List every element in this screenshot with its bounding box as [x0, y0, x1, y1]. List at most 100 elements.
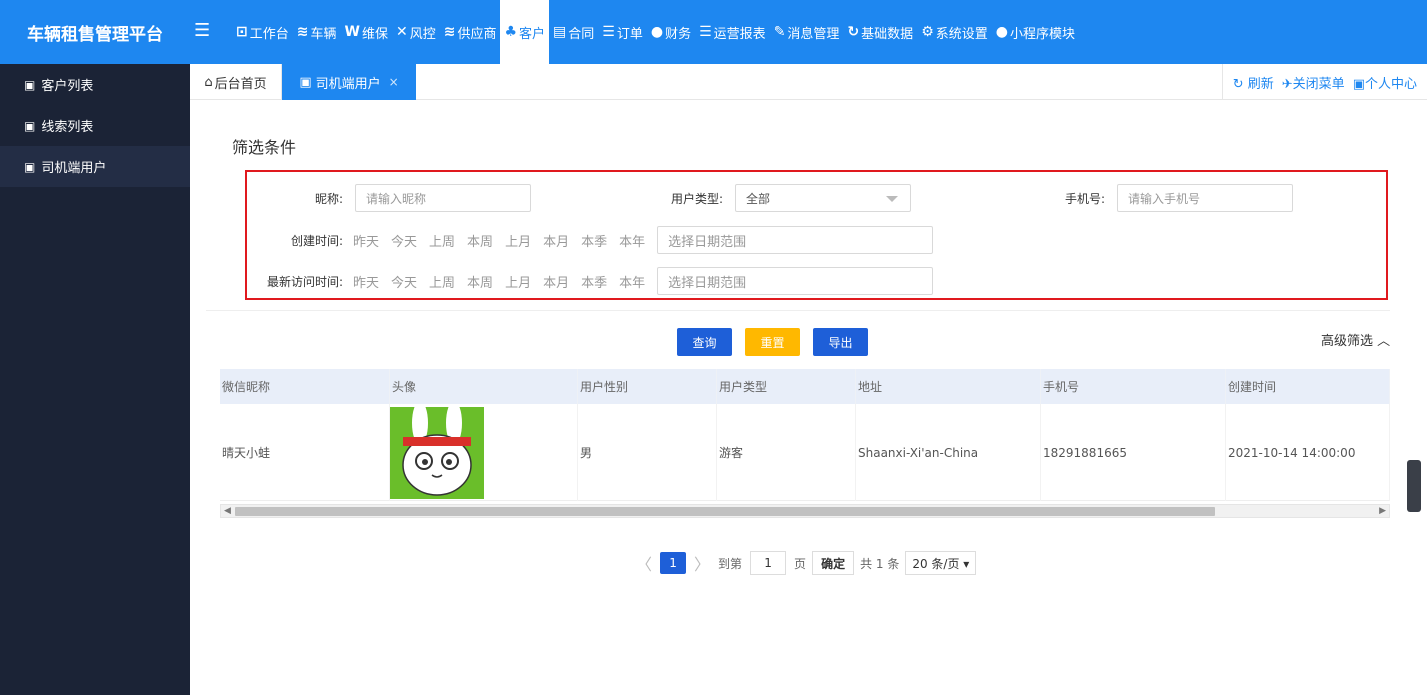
column-header: 用户类型 — [717, 369, 856, 404]
topnav-label: 车辆 — [310, 26, 337, 42]
quick-range-1[interactable]: 今天 — [391, 231, 417, 250]
sidebar-item-2[interactable]: ▣ 司机端用户 — [0, 146, 190, 187]
quick-range-6[interactable]: 本季 — [581, 231, 607, 250]
quick-range-2[interactable]: 上周 — [429, 231, 455, 250]
goto-page-input[interactable]: 1 — [750, 551, 787, 575]
horizontal-scrollbar[interactable]: ◀ ▶ — [220, 504, 1390, 518]
close-icon[interactable]: × — [389, 75, 399, 89]
user-card-icon: ▣ — [24, 159, 36, 174]
cell-type: 游客 — [717, 404, 856, 501]
filter-title: 筛选条件 — [232, 138, 297, 157]
goto-confirm-button[interactable]: 确定 — [812, 551, 855, 575]
created-date-range-input[interactable]: 选择日期范围 — [657, 226, 934, 254]
phone-input[interactable]: 请输入手机号 — [1117, 184, 1293, 212]
cell-phone: 18291881665 — [1041, 404, 1226, 501]
topnav-item-4[interactable]: ≋ 供应商 — [440, 0, 501, 64]
quick-range-4[interactable]: 上月 — [505, 231, 531, 250]
column-header: 创建时间 — [1226, 369, 1390, 404]
next-page-icon[interactable]: 〉 — [694, 551, 710, 575]
quick-range-2[interactable]: 上周 — [429, 272, 455, 291]
reset-button[interactable]: 重置 — [745, 328, 800, 356]
topnav-label: 合同 — [568, 26, 595, 42]
quick-range-3[interactable]: 本周 — [467, 231, 493, 250]
user-type-select[interactable]: 全部 — [735, 184, 911, 212]
topnav-item-13[interactable]: ● 小程序模块 — [992, 0, 1079, 64]
user-group-icon: ♣ — [504, 24, 518, 40]
top-menu: ⊡ 工作台 ≋ 车辆 W 维保 ✕ 风控 ≋ 供应商 ♣ 客户 ▤ 合同 ☰ 订单 ● 财务 ☰ 运营报表 ✎ 消息管理 ↻… — [232, 0, 1079, 64]
topnav-item-5[interactable]: ♣ 客户 — [500, 0, 550, 64]
quick-range-0[interactable]: 昨天 — [353, 231, 379, 250]
sidebar-item-label: 线索列表 — [41, 120, 94, 135]
topnav-label: 维保 — [361, 26, 388, 42]
topnav-item-6[interactable]: ▤ 合同 — [549, 0, 598, 64]
scroll-left-icon[interactable]: ◀ — [224, 506, 231, 516]
close-menu-button[interactable]: ✈关闭菜单 — [1282, 73, 1345, 92]
table-header: 微信昵称 头像 用户性别 用户类型 地址 手机号 创建时间 — [220, 369, 1390, 404]
topnav-item-8[interactable]: ● 财务 — [647, 0, 695, 64]
topnav-label: 小程序模块 — [1009, 26, 1075, 42]
sidebar-item-1[interactable]: ▣ 线索列表 — [0, 105, 190, 146]
export-button[interactable]: 导出 — [813, 328, 868, 356]
tab-driver-users-label: 司机端用户 — [315, 76, 381, 92]
table-row[interactable]: 晴天小蛙 男游客 Shaanxi-Xi'an-China 18291881665 202… — [220, 404, 1390, 501]
page-label: 页 — [794, 556, 807, 571]
avatar-cell — [390, 404, 578, 501]
user-type-value: 全部 — [746, 191, 771, 206]
tab-home[interactable]: ⌂ 后台首页 — [190, 64, 282, 100]
topnav-label: 客户 — [519, 26, 546, 42]
page-size-select[interactable]: 20 条/页 ▾ — [905, 551, 977, 575]
document-icon: ▤ — [553, 24, 567, 40]
scrollbar-thumb[interactable] — [235, 507, 1215, 516]
topnav-item-9[interactable]: ☰ 运营报表 — [695, 0, 770, 64]
menu-fold-icon[interactable]: ☰ — [194, 20, 214, 42]
sidebar-item-label: 司机端用户 — [41, 161, 107, 176]
tab-driver-users[interactable]: ▣ 司机端用户 × — [282, 64, 416, 100]
quick-range-4[interactable]: 上月 — [505, 272, 531, 291]
scroll-right-icon[interactable]: ▶ — [1379, 506, 1386, 516]
divider — [206, 310, 1390, 311]
profile-button[interactable]: ▣个人中心 — [1353, 73, 1417, 92]
created-quick-ranges: 昨天 今天 上周 本周 上月 本月 本季 本年 — [353, 231, 657, 250]
topnav-item-7[interactable]: ☰ 订单 — [598, 0, 647, 64]
app-title: 车辆租售管理平台 — [27, 24, 163, 45]
layers-icon: ≋ — [296, 24, 309, 40]
yen-icon: ● — [650, 24, 664, 40]
floating-widget[interactable] — [1407, 460, 1421, 512]
advanced-filter-toggle[interactable]: 高级筛选 ︿ — [1321, 330, 1390, 349]
quick-range-1[interactable]: 今天 — [391, 272, 417, 291]
created-time-row: 创建时间: 昨天 今天 上周 本周 上月 本月 本季 本年 选择日期范围 — [257, 226, 934, 254]
tabs-bar: ⌂ 后台首页 ▣ 司机端用户 × ↻ 刷新 ✈关闭菜单 ▣个人中心 — [190, 64, 1427, 100]
topnav-item-10[interactable]: ✎ 消息管理 — [770, 0, 844, 64]
topnav-item-3[interactable]: ✕ 风控 — [392, 0, 440, 64]
table-body: 晴天小蛙 男游客 Shaanxi-Xi'an-China 18291881665 202… — [220, 404, 1390, 501]
refresh-button[interactable]: ↻ 刷新 — [1233, 73, 1274, 92]
topnav-item-2[interactable]: W 维保 — [341, 0, 392, 64]
topnav-label: 运营报表 — [713, 26, 766, 42]
refresh-icon: ↻ — [847, 24, 860, 40]
user-card-icon: ▣ — [299, 74, 312, 90]
user-type-row: 用户类型: 全部 — [667, 184, 911, 212]
topnav-item-12[interactable]: ⚙ 系统设置 — [917, 0, 992, 64]
prev-page-icon[interactable]: 〈 — [636, 551, 652, 575]
topnav-item-11[interactable]: ↻ 基础数据 — [843, 0, 917, 64]
page-current[interactable]: 1 — [660, 552, 687, 574]
quick-range-5[interactable]: 本月 — [543, 231, 569, 250]
users-table: 微信昵称 头像 用户性别 用户类型 地址 手机号 创建时间 晴天小蛙 男游客 Shaanxi-X… — [220, 369, 1390, 501]
topnav-item-0[interactable]: ⊡ 工作台 — [232, 0, 293, 64]
tab-actions: ↻ 刷新 ✈关闭菜单 ▣个人中心 — [1221, 64, 1427, 100]
sidebar-item-0[interactable]: ▣ 客户列表 — [0, 64, 190, 105]
nickname-row: 昵称: 请输入昵称 — [297, 184, 531, 212]
quick-range-7[interactable]: 本年 — [619, 231, 645, 250]
nickname-input[interactable]: 请输入昵称 — [355, 184, 531, 212]
cell-gender: 男 — [578, 404, 717, 501]
quick-range-0[interactable]: 昨天 — [353, 272, 379, 291]
visited-date-range-input[interactable]: 选择日期范围 — [657, 267, 934, 295]
quick-range-7[interactable]: 本年 — [619, 272, 645, 291]
quick-range-3[interactable]: 本周 — [467, 272, 493, 291]
column-header: 用户性别 — [578, 369, 717, 404]
quick-range-5[interactable]: 本月 — [543, 272, 569, 291]
quick-range-6[interactable]: 本季 — [581, 272, 607, 291]
query-button[interactable]: 查询 — [677, 328, 732, 356]
topnav-item-1[interactable]: ≋ 车辆 — [293, 0, 341, 64]
word-doc-icon: W — [344, 24, 360, 40]
